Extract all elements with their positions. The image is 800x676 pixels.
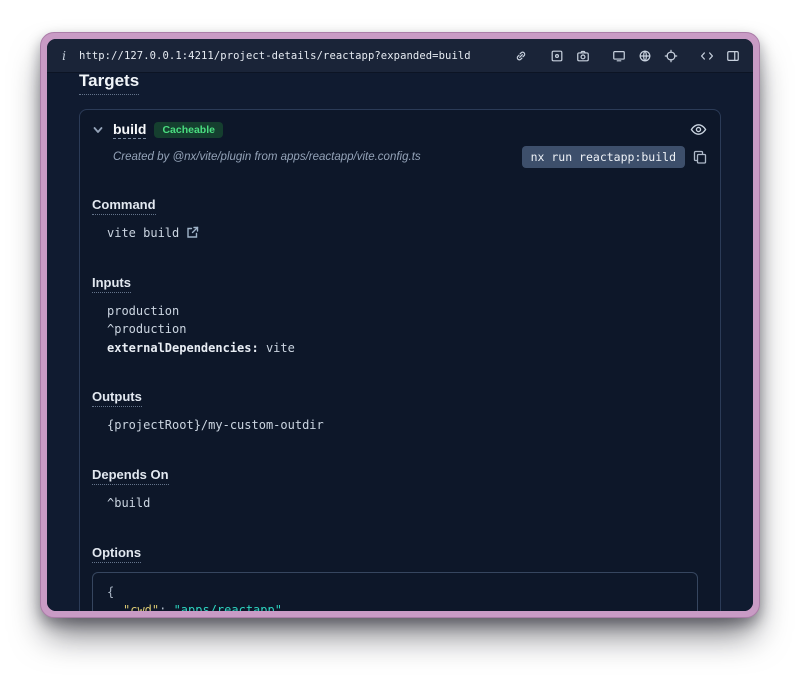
eye-icon[interactable] <box>690 121 708 139</box>
code-key: "cwd" <box>123 603 159 611</box>
input-item-external-deps: externalDependencies: vite <box>107 339 698 358</box>
target-card-build: build Cacheable Created by @nx/vite/plug… <box>79 109 721 611</box>
window-inner: i http://127.0.0.1:4211/project-details/… <box>47 39 753 611</box>
external-deps-value: vite <box>259 341 295 355</box>
code-line: "cwd": "apps/reactapp" <box>107 601 683 611</box>
globe-icon[interactable] <box>636 47 653 64</box>
input-item: ^production <box>107 320 698 339</box>
monitor-icon[interactable] <box>610 47 627 64</box>
build-target-body: Command vite build Inputs production ^pr… <box>80 181 720 611</box>
crosshair-icon[interactable] <box>662 47 679 64</box>
browser-toolbar: i http://127.0.0.1:4211/project-details/… <box>47 39 753 73</box>
project-details-content: Targets build Cacheable Created by @nx/v… <box>47 73 753 611</box>
external-deps-key: externalDependencies: <box>107 341 259 355</box>
build-target-subheader: Created by @nx/vite/plugin from apps/rea… <box>80 142 720 181</box>
build-target-name[interactable]: build <box>113 121 146 139</box>
options-label: Options <box>92 545 141 563</box>
depends-on-label: Depends On <box>92 467 169 485</box>
build-target-header[interactable]: build Cacheable <box>80 110 720 142</box>
external-link-icon[interactable] <box>186 226 200 240</box>
command-value: vite build <box>107 224 179 243</box>
app-window: i http://127.0.0.1:4211/project-details/… <box>40 32 760 618</box>
code-icon[interactable] <box>698 47 715 64</box>
run-command-chip: nx run reactapp:build <box>522 146 685 168</box>
options-code-block: { "cwd": "apps/reactapp" } <box>92 572 698 611</box>
inspect-icon[interactable] <box>548 47 565 64</box>
code-line: { <box>107 583 683 602</box>
command-value-row: vite build <box>92 224 698 243</box>
outputs-value: {projectRoot}/my-custom-outdir <box>92 416 698 435</box>
link-icon[interactable] <box>512 47 529 64</box>
copy-icon[interactable] <box>693 150 708 165</box>
input-item: production <box>107 302 698 321</box>
command-label: Command <box>92 197 156 215</box>
inputs-list: production ^production externalDependenc… <box>92 302 698 358</box>
page-title: Targets <box>79 73 139 95</box>
cacheable-badge: Cacheable <box>154 122 223 139</box>
info-icon: i <box>59 49 69 63</box>
address-bar[interactable]: http://127.0.0.1:4211/project-details/re… <box>79 50 471 62</box>
depends-on-value: ^build <box>92 494 698 513</box>
camera-icon[interactable] <box>574 47 591 64</box>
inputs-label: Inputs <box>92 275 131 293</box>
chevron-down-icon[interactable] <box>92 124 105 137</box>
toolbar-icons <box>512 47 741 64</box>
outputs-label: Outputs <box>92 389 142 407</box>
created-by-text: Created by @nx/vite/plugin from apps/rea… <box>113 151 514 163</box>
code-value: "apps/reactapp" <box>174 603 282 611</box>
panel-icon[interactable] <box>724 47 741 64</box>
